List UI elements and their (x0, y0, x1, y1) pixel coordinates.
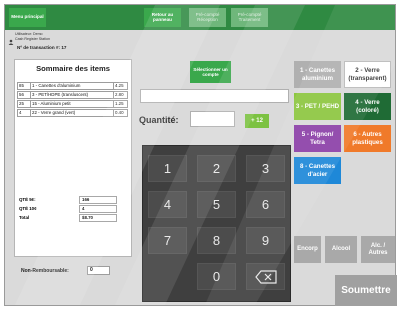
row-description: 22 - Verre grand (vert) (30, 109, 114, 117)
alcool-button[interactable]: Alcool (325, 236, 357, 263)
back-to-panel-button[interactable]: Retour au panneau (144, 8, 181, 27)
key-2[interactable]: 2 (197, 155, 236, 182)
key-3[interactable]: 3 (246, 155, 285, 182)
row-description: 3 - PET/HDPE (transluscent) (30, 91, 114, 99)
row-description: 15 - Aluminium petit (30, 100, 114, 108)
row-amount: 4.25 (113, 82, 128, 90)
nonrefundable-label: Non-Remboursable: (21, 268, 69, 274)
station-label: Cash Register Station (15, 37, 50, 41)
encorp-button[interactable]: Encorp (294, 236, 321, 263)
pos-screen: Menu principal Retour au panneau Pré-com… (0, 0, 404, 309)
key-8[interactable]: 8 (197, 227, 236, 254)
category-6-plastics-button[interactable]: 6 - Autres plastiques (344, 125, 391, 152)
row-amount: 2.80 (113, 91, 128, 99)
key-0[interactable]: 0 (197, 263, 236, 290)
main-menu-button[interactable]: Menu principal (9, 8, 46, 27)
key-9[interactable]: 9 (246, 227, 285, 254)
quantity-label: Quantité: (139, 115, 179, 125)
account-field[interactable] (140, 89, 289, 103)
table-row: 4 22 - Verre grand (vert) 0.40 (17, 109, 129, 117)
qte10-value: 4 (79, 205, 117, 213)
key-6[interactable]: 6 (246, 191, 285, 218)
table-row: 56 3 - PET/HDPE (transluscent) 2.80 (17, 91, 129, 99)
qte10-row: QTÉ 10¢ 4 (16, 205, 130, 213)
key-blank (148, 263, 187, 290)
row-description: 1 - Canettes d'aluminium (30, 82, 114, 90)
category-2-clear-glass-button[interactable]: 2 - Verre (transparent) (344, 61, 391, 88)
app-window: Menu principal Retour au panneau Pré-com… (4, 4, 397, 306)
row-code: 56 (17, 91, 31, 99)
row-code: 4 (17, 109, 31, 117)
category-8-steel-cans-button[interactable]: 8 - Canettes d'acier (294, 157, 341, 184)
qte5-value: 166 (79, 196, 117, 204)
key-5[interactable]: 5 (197, 191, 236, 218)
transaction-label: Nº de transaction #: (17, 45, 61, 50)
backspace-button[interactable] (246, 263, 285, 290)
row-code: 85 (17, 82, 31, 90)
qte5-row: QTÉ 5¢: 166 (16, 196, 130, 204)
total-value: $8.70 (79, 214, 117, 222)
transaction-number: Nº de transaction #: 17 (17, 45, 66, 50)
category-5-tetra-button[interactable]: 5 - Pignon/ Tetra (294, 125, 341, 152)
row-amount: 0.40 (113, 109, 128, 117)
key-7[interactable]: 7 (148, 227, 187, 254)
user-label: Utilisateur: Demo (15, 32, 43, 36)
nonrefundable-input[interactable]: 0 (87, 266, 110, 275)
qte5-label: QTÉ 5¢: (19, 197, 36, 202)
precount-receipt-button[interactable]: Pré-compté Réception (189, 8, 226, 27)
summary-title: Sommaire des items (36, 64, 110, 73)
plus-12-button[interactable]: + 12 (245, 114, 269, 128)
submit-button[interactable]: Soumettre (335, 275, 397, 306)
transaction-value: 17 (61, 45, 67, 50)
table-row: 85 1 - Canettes d'aluminium 4.25 (17, 82, 129, 90)
quantity-input[interactable] (190, 111, 235, 127)
backspace-icon (254, 269, 277, 284)
category-1-aluminium-button[interactable]: 1 - Canettes aluminium (294, 61, 341, 88)
category-3-pet-button[interactable]: 3 - PET / PEHD (294, 93, 341, 120)
table-row: 25 15 - Aluminium petit 1.25 (17, 100, 129, 108)
top-bar: Menu principal Retour au panneau Pré-com… (5, 5, 395, 30)
category-4-colored-glass-button[interactable]: 4 - Verre (coloré) (344, 93, 391, 120)
select-account-button[interactable]: Sélectionner un compte (190, 61, 231, 83)
qte10-label: QTÉ 10¢ (19, 206, 37, 211)
alc-autres-button[interactable]: Alc. / Autres (361, 236, 395, 263)
row-code: 25 (17, 100, 31, 108)
key-4[interactable]: 4 (148, 191, 187, 218)
key-1[interactable]: 1 (148, 155, 187, 182)
row-amount: 1.25 (113, 100, 128, 108)
total-label: Total (19, 215, 30, 220)
items-summary-panel: Sommaire des items 85 1 - Canettes d'alu… (14, 59, 132, 257)
numeric-keypad: 1 2 3 4 5 6 7 8 9 0 (142, 145, 291, 302)
total-row: Total $8.70 (16, 214, 130, 222)
user-icon (8, 32, 14, 45)
precount-processing-button[interactable]: Pré-compté Traitement (231, 8, 268, 27)
